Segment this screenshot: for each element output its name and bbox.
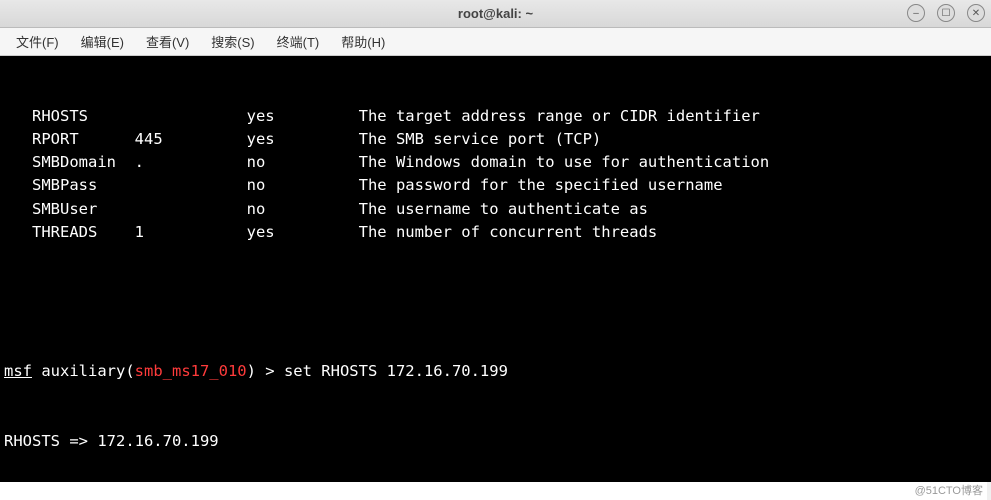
- menu-view[interactable]: 查看(V): [136, 29, 199, 54]
- option-row: RHOSTS yes The target address range or C…: [4, 105, 987, 128]
- terminal-area[interactable]: RHOSTS yes The target address range or C…: [0, 56, 991, 482]
- prompt-set: msf auxiliary(smb_ms17_010) > set RHOSTS…: [4, 360, 987, 383]
- option-row: SMBPass no The password for the specifie…: [4, 174, 987, 197]
- window-title: root@kali: ~: [458, 6, 533, 21]
- menubar: 文件(F) 编辑(E) 查看(V) 搜索(S) 终端(T) 帮助(H): [0, 28, 991, 56]
- option-row: THREADS 1 yes The number of concurrent t…: [4, 221, 987, 244]
- minimize-button[interactable]: –: [907, 4, 925, 22]
- blank: [4, 291, 987, 314]
- module-options: RHOSTS yes The target address range or C…: [4, 105, 987, 245]
- menu-edit[interactable]: 编辑(E): [71, 29, 134, 54]
- window-controls: – ☐ ✕: [907, 4, 985, 22]
- option-row: RPORT 445 yes The SMB service port (TCP): [4, 128, 987, 151]
- close-button[interactable]: ✕: [967, 4, 985, 22]
- titlebar: root@kali: ~ – ☐ ✕: [0, 0, 991, 28]
- menu-help[interactable]: 帮助(H): [331, 29, 395, 54]
- watermark: @51CTO博客: [0, 482, 987, 500]
- menu-search[interactable]: 搜索(S): [201, 29, 264, 54]
- option-row: SMBDomain . no The Windows domain to use…: [4, 151, 987, 174]
- option-row: SMBUser no The username to authenticate …: [4, 198, 987, 221]
- maximize-button[interactable]: ☐: [937, 4, 955, 22]
- menu-terminal[interactable]: 终端(T): [267, 29, 330, 54]
- menu-file[interactable]: 文件(F): [6, 29, 69, 54]
- set-response: RHOSTS => 172.16.70.199: [4, 430, 987, 453]
